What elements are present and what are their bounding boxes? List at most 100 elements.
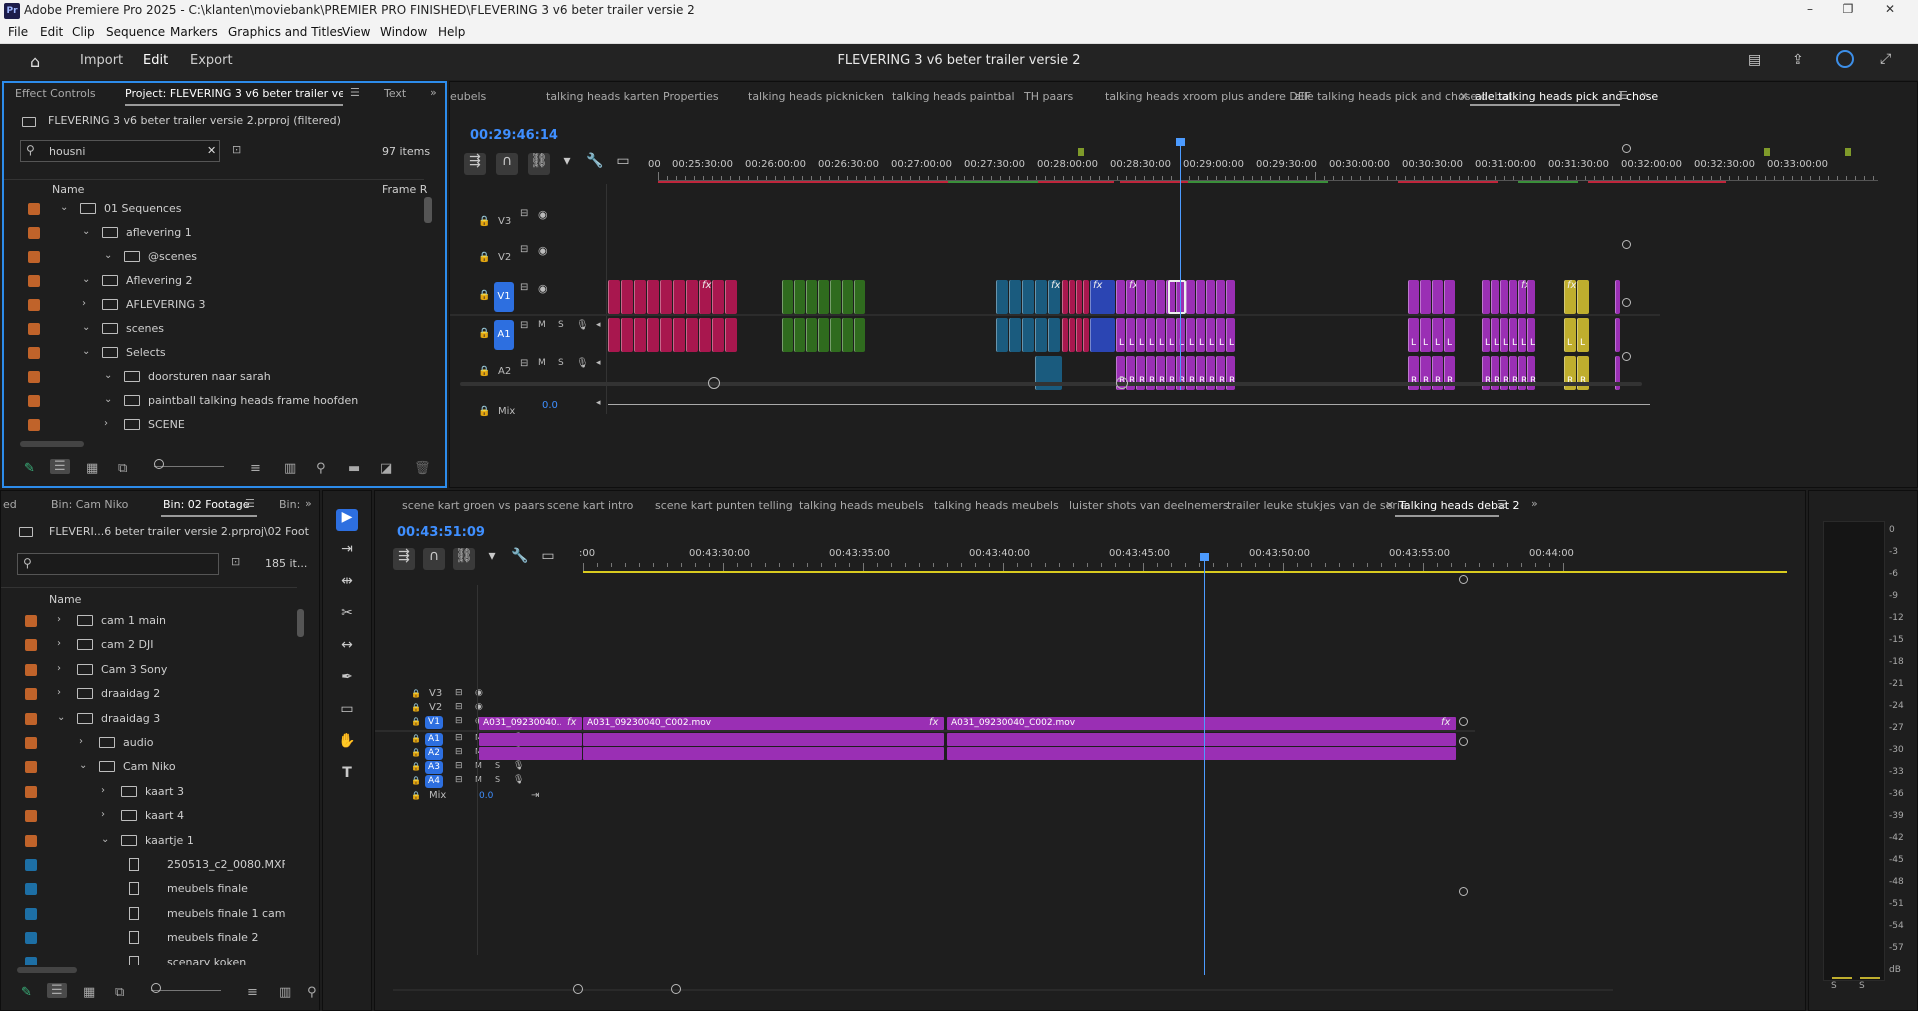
new-search-bin-icon[interactable]: ⊡ xyxy=(232,143,241,156)
audio-clip-a1[interactable] xyxy=(854,318,865,352)
audio-clip-a1[interactable]: L xyxy=(1500,318,1508,352)
bottom-scroll-handle-right[interactable] xyxy=(671,984,681,994)
video-clip[interactable]: A031_09230040... fx xyxy=(479,717,582,730)
audio-clip-a1[interactable]: L xyxy=(1166,318,1175,352)
insert-sequence-icon[interactable]: ⇶ xyxy=(393,548,415,570)
icon-view-icon[interactable]: ▦ xyxy=(83,985,95,1000)
track-label[interactable]: A1 xyxy=(494,320,514,350)
bin-row[interactable]: scenary koken xyxy=(1,951,297,965)
mix-value[interactable]: 0.0 xyxy=(479,791,493,801)
audio-clip-a1[interactable] xyxy=(830,318,841,352)
video-clip[interactable] xyxy=(1136,280,1145,314)
audio-clip-a1[interactable] xyxy=(818,318,829,352)
bin-column-name[interactable]: Name xyxy=(49,593,81,606)
video-clip[interactable] xyxy=(634,280,646,314)
audio-clip-a1[interactable] xyxy=(794,318,805,352)
chevron-down-icon[interactable]: ⌄ xyxy=(60,202,68,213)
chevron-right-icon[interactable]: › xyxy=(57,638,61,649)
minimize-button[interactable]: – xyxy=(1800,2,1820,20)
sync-lock-icon[interactable]: ⊟ xyxy=(455,733,463,743)
audio-clip-a1[interactable]: L xyxy=(1216,318,1225,352)
microphone-icon[interactable]: 🎙 xyxy=(576,358,589,369)
ripple-edit-tool-icon[interactable]: ⇹ xyxy=(336,573,358,595)
bin-overflow-icon[interactable]: » xyxy=(305,497,312,510)
chevron-down-icon[interactable]: ⌄ xyxy=(101,834,109,845)
chevron-right-icon[interactable]: › xyxy=(57,614,61,625)
track-label[interactable]: Mix xyxy=(429,790,446,801)
video-clip[interactable]: A031_09230040_C002.mov fx xyxy=(583,717,944,730)
lock-icon[interactable]: 🔒 xyxy=(478,252,490,263)
bin-row[interactable]: › Cam 3 Sony xyxy=(1,658,297,682)
track-label[interactable]: Mix xyxy=(498,406,515,417)
label-color-swatch[interactable] xyxy=(28,371,40,383)
sync-lock-icon[interactable]: ⊟ xyxy=(455,747,463,757)
close-tab-icon[interactable]: ✕ xyxy=(1385,499,1394,512)
sequence-tab[interactable]: eubels xyxy=(450,90,486,103)
chevron-down-icon[interactable]: ⌄ xyxy=(82,226,90,237)
label-color-swatch[interactable] xyxy=(28,299,40,311)
panel-menu-icon[interactable]: ☰ xyxy=(1497,498,1507,511)
top-hscroll[interactable] xyxy=(460,382,1642,386)
playhead[interactable] xyxy=(1180,140,1181,390)
chevron-right-icon[interactable]: › xyxy=(57,663,61,674)
bin-row[interactable]: meubels finale 2 xyxy=(1,926,297,950)
tab-bin-02-footage[interactable]: Bin: 02 Footage xyxy=(163,498,249,511)
audio-clip-a1[interactable]: L xyxy=(1518,318,1526,352)
lock-icon[interactable]: 🔒 xyxy=(411,748,421,757)
playhead-handle[interactable] xyxy=(1200,553,1209,561)
chevron-down-icon[interactable]: ⌄ xyxy=(82,346,90,357)
add-marker-icon[interactable]: ▾ xyxy=(556,153,578,175)
microphone-icon[interactable]: 🎙 xyxy=(576,320,589,331)
sort-icon[interactable]: ≡ xyxy=(247,985,258,1000)
clear-search-icon[interactable]: ✕ xyxy=(207,144,216,157)
playhead[interactable] xyxy=(1204,555,1205,975)
chevron-down-icon[interactable]: ⌄ xyxy=(82,274,90,285)
audio-clip-a1[interactable]: L xyxy=(1226,318,1235,352)
chevron-right-icon[interactable]: › xyxy=(82,298,86,309)
rectangle-tool-icon[interactable]: ▭ xyxy=(336,701,358,723)
vertical-zoom-handle[interactable] xyxy=(1622,298,1631,307)
video-clip[interactable] xyxy=(1069,280,1075,314)
top-ruler[interactable]: 00 00:25:30:00 00:26:00:00 00:26:30:00 00:27… xyxy=(648,148,1878,184)
eye-icon[interactable]: ◉ xyxy=(538,282,548,295)
video-clip[interactable] xyxy=(1408,280,1419,314)
sequence-tab[interactable]: Properties xyxy=(663,90,719,103)
solo-left-button[interactable]: S xyxy=(1831,981,1837,991)
video-clip[interactable] xyxy=(1009,280,1021,314)
sequence-tab[interactable]: talking heads paintbal xyxy=(892,90,1015,103)
sequence-tab[interactable]: talking heads karten xyxy=(546,90,659,103)
bin-row[interactable]: › kaart 4 xyxy=(1,804,297,828)
video-clip[interactable] xyxy=(725,280,737,314)
bin-scrollbar[interactable] xyxy=(297,609,304,637)
label-color-swatch[interactable] xyxy=(25,663,37,676)
overflow-icon[interactable]: » xyxy=(1641,88,1648,101)
audio-clip-a1[interactable]: L xyxy=(1136,318,1145,352)
top-timecode[interactable]: 00:29:46:14 xyxy=(470,128,558,143)
video-clip[interactable] xyxy=(1491,280,1499,314)
chevron-down-icon[interactable]: ⌄ xyxy=(57,712,65,723)
chevron-down-icon[interactable]: ⌄ xyxy=(79,760,87,771)
snap-icon[interactable]: ∩ xyxy=(496,153,518,175)
audio-clip-a1[interactable]: L xyxy=(1420,318,1431,352)
captions-icon[interactable]: ▭ xyxy=(537,548,559,570)
bin-row[interactable]: › audio xyxy=(1,731,297,755)
video-clip[interactable] xyxy=(1116,280,1125,314)
trash-icon[interactable]: 🗑 xyxy=(414,461,431,476)
chevron-right-icon[interactable]: › xyxy=(57,687,61,698)
go-to-end-icon[interactable]: ⇥ xyxy=(531,790,539,801)
sequence-tab[interactable]: alle talking heads pick and chose xyxy=(1475,90,1658,103)
audio-clip-a1[interactable]: L xyxy=(1126,318,1135,352)
hand-tool-icon[interactable]: ✋ xyxy=(336,733,358,755)
freeform-view-icon[interactable]: ⧉ xyxy=(115,985,124,1000)
audio-clip-a1[interactable] xyxy=(996,318,1008,352)
vertical-zoom-handle[interactable] xyxy=(1622,240,1631,249)
project-row[interactable]: ⌄ Aflevering 2 xyxy=(4,269,424,293)
sync-lock-icon[interactable]: ⊟ xyxy=(455,716,463,726)
settings-wrench-icon[interactable]: 🔧 xyxy=(509,548,531,570)
solo-button[interactable]: S xyxy=(558,358,564,368)
audio-clip-a1[interactable] xyxy=(1009,318,1021,352)
zoom-slider[interactable] xyxy=(151,983,161,993)
tab-bin-other[interactable]: Bin: xyxy=(279,498,300,511)
bin-row[interactable]: › kaart 3 xyxy=(1,780,297,804)
audio-clip-a1[interactable]: L xyxy=(1196,318,1205,352)
